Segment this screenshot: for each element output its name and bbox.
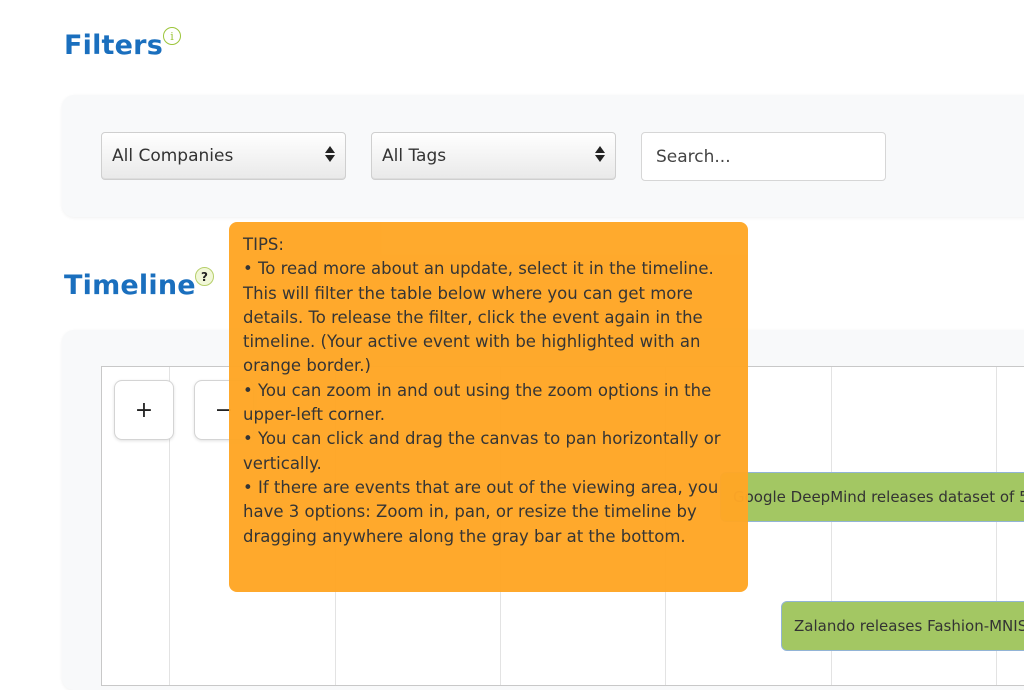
search-input[interactable] <box>641 132 886 181</box>
tip-item: • To read more about an update, select i… <box>243 259 714 376</box>
info-circle-icon[interactable]: i <box>163 27 181 45</box>
tips-tooltip: TIPS: • To read more about an update, se… <box>229 222 748 592</box>
timeline-event[interactable]: Zalando releases Fashion-MNIST d <box>781 601 1024 651</box>
company-select-value: All Companies <box>112 146 234 166</box>
tip-item: • You can click and drag the canvas to p… <box>243 429 721 473</box>
select-arrows-icon <box>595 146 605 162</box>
timeline-event-label: Google DeepMind releases dataset of 500 <box>733 488 1024 506</box>
filters-title: Filters <box>64 30 163 61</box>
select-arrows-icon <box>325 146 335 162</box>
timeline-event-label: Zalando releases Fashion-MNIST d <box>794 617 1024 635</box>
company-select[interactable]: All Companies <box>101 132 346 180</box>
tip-item: • If there are events that are out of th… <box>243 477 719 546</box>
help-icon[interactable]: ? <box>195 267 214 286</box>
zoom-in-button[interactable]: + <box>114 380 174 440</box>
tip-item: • You can zoom in and out using the zoom… <box>243 380 712 425</box>
timeline-event[interactable]: Google DeepMind releases dataset of 500 <box>720 472 1024 522</box>
tips-title: TIPS: <box>243 235 284 254</box>
tag-select[interactable]: All Tags <box>371 132 616 180</box>
timeline-title: Timeline <box>64 270 196 301</box>
tag-select-value: All Tags <box>382 146 447 166</box>
